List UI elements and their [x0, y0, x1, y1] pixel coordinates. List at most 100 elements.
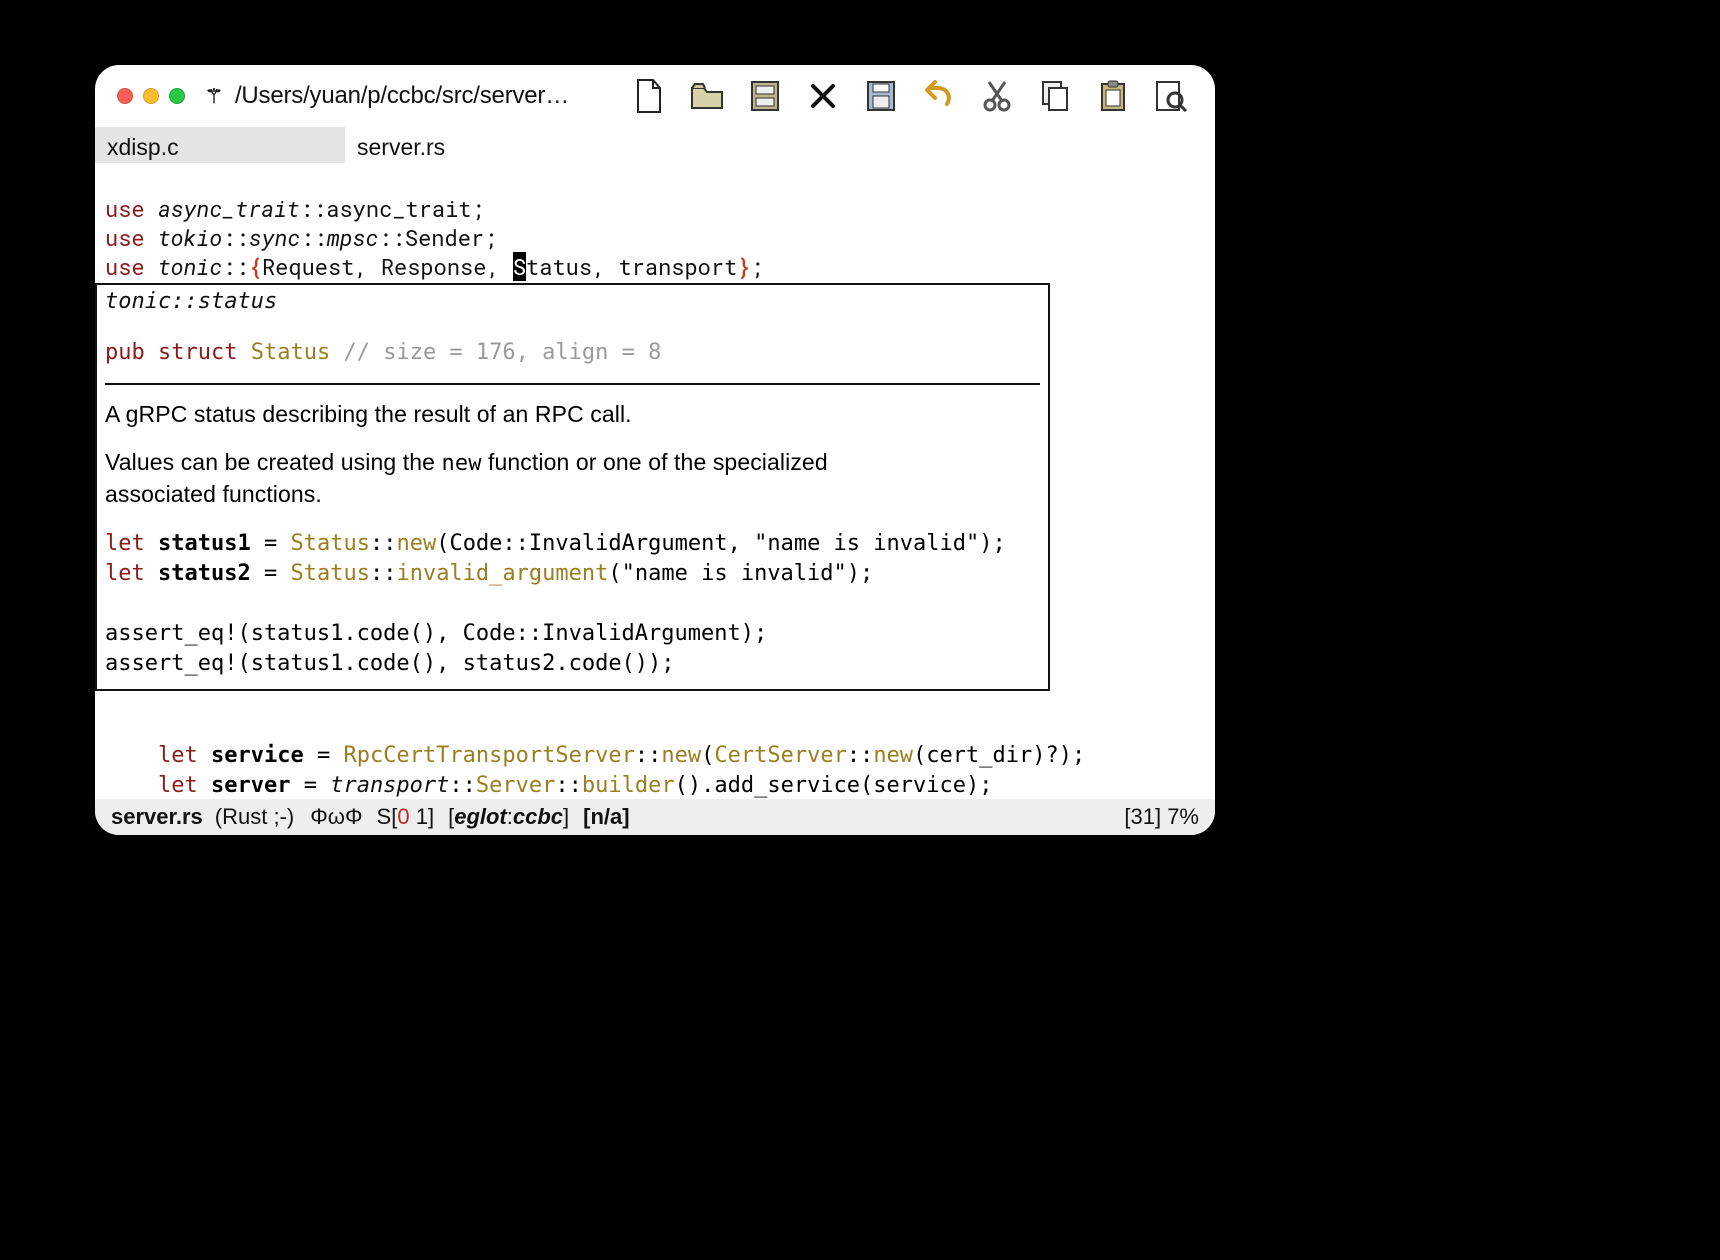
vc-indicator-icon: ⚚	[205, 84, 223, 109]
titlebar: ⚚ /Users/yuan/p/ccbc/src/server…	[95, 65, 1215, 127]
sep: ::	[555, 773, 582, 798]
args: ("name is invalid");	[608, 561, 873, 586]
new-file-button[interactable]	[631, 78, 667, 114]
tail: ().add_service(service);	[675, 773, 993, 798]
comma: ,	[592, 252, 618, 281]
popup-divider	[105, 383, 1040, 385]
fn: builder	[582, 773, 675, 798]
keyword: pub	[105, 340, 145, 365]
sep: ::	[847, 743, 874, 768]
ident: Request	[262, 252, 354, 281]
var: status1	[145, 531, 251, 556]
semi: ;	[751, 252, 764, 281]
sep: ::	[300, 223, 326, 252]
module: mpsc	[327, 223, 379, 252]
b: ]	[428, 804, 434, 829]
keyword: use	[105, 223, 145, 252]
tab-bar: xdisp.c server.rs	[95, 127, 1215, 163]
type: RpcCertTransportServer	[343, 743, 634, 768]
ident: Response	[381, 252, 487, 281]
undo-button[interactable]	[921, 78, 957, 114]
doc-text: Values can be created using the	[105, 449, 442, 475]
modeline-filename: server.rs	[111, 804, 203, 830]
warnings: 1	[416, 804, 428, 829]
module: tokio	[158, 223, 223, 252]
paren: (	[701, 743, 714, 768]
zoom-window-button[interactable]	[169, 88, 185, 104]
search-button[interactable]	[1153, 78, 1189, 114]
args: (Code::InvalidArgument, "name is invalid…	[436, 531, 1006, 556]
modeline-eglot[interactable]: [eglot:ccbc]	[448, 804, 569, 830]
tab-server-rs[interactable]: server.rs	[345, 127, 595, 163]
module: sync	[249, 223, 301, 252]
minimize-window-button[interactable]	[143, 88, 159, 104]
comma: ,	[354, 252, 380, 281]
keyword: let	[105, 531, 145, 556]
close-window-button[interactable]	[117, 88, 133, 104]
eglot-label: eglot	[454, 804, 507, 829]
comma: ,	[486, 252, 512, 281]
ident: transport	[618, 252, 737, 281]
fn: invalid_argument	[396, 561, 608, 586]
module: async_trait	[158, 194, 300, 223]
size-comment: // size = 176, align = 8	[343, 340, 661, 365]
hover-doc-popup: tonic::status pub struct Status // size …	[95, 283, 1050, 691]
type: Status	[290, 561, 369, 586]
sep: ::	[370, 531, 397, 556]
keyword: struct	[158, 340, 237, 365]
var: status2	[145, 561, 251, 586]
paste-button[interactable]	[1095, 78, 1131, 114]
code: ::Sender;	[379, 223, 498, 252]
eglot-project: ccbc	[513, 804, 563, 829]
fn: new	[661, 743, 701, 768]
open-folder-button[interactable]	[689, 78, 725, 114]
ident: tatus	[526, 252, 592, 281]
b: ]	[563, 804, 569, 829]
copy-button[interactable]	[1037, 78, 1073, 114]
popup-doc-line-3: associated functions.	[105, 479, 1040, 509]
type: CertServer	[714, 743, 846, 768]
window-title: /Users/yuan/p/ccbc/src/server…	[235, 82, 569, 110]
keyword: let	[158, 773, 198, 798]
sep: ::	[222, 223, 248, 252]
cut-button[interactable]	[979, 78, 1015, 114]
close-button[interactable]	[805, 78, 841, 114]
sep: ::	[222, 252, 248, 281]
modeline-syntax: S[0 1]	[377, 804, 435, 830]
var: server	[198, 773, 291, 798]
keyword: let	[105, 561, 145, 586]
popup-path: tonic::status	[105, 289, 1040, 314]
app-window: { "title": { "vc_glyph": "⚚", "path": "/…	[95, 65, 1215, 835]
keyword: let	[158, 743, 198, 768]
fn: new	[873, 743, 913, 768]
popup-signature: pub struct Status // size = 176, align =…	[105, 340, 1040, 365]
label: S	[377, 804, 392, 829]
eq: =	[251, 531, 291, 556]
modeline-phi: ΦωΦ	[310, 804, 362, 830]
tab-xdisp-c[interactable]: xdisp.c	[95, 127, 345, 163]
sep: ::	[449, 773, 476, 798]
save-drawer-button[interactable]	[747, 78, 783, 114]
popup-doc-line-1: A gRPC status describing the result of a…	[105, 399, 1040, 429]
var: service	[198, 743, 304, 768]
keyword: use	[105, 194, 145, 223]
brace: {	[249, 252, 262, 281]
code: ::async_trait;	[300, 194, 485, 223]
modeline-major-mode: (Rust ;-)	[215, 804, 294, 830]
module: tonic	[158, 252, 223, 281]
sep: ::	[635, 743, 662, 768]
assert: assert_eq!(status1.code(), status2.code(…	[105, 651, 675, 676]
type: Status	[290, 531, 369, 556]
module: transport	[330, 773, 449, 798]
text-cursor: S	[513, 252, 526, 281]
floppy-save-button[interactable]	[863, 78, 899, 114]
eq: =	[304, 743, 344, 768]
modeline-position: [31] 7%	[1124, 804, 1199, 830]
traffic-lights	[117, 88, 185, 104]
eq: =	[290, 773, 330, 798]
popup-path-text: tonic::status	[105, 289, 277, 314]
doc-code: new	[442, 451, 482, 476]
errors: 0	[397, 804, 409, 829]
sep: ::	[370, 561, 397, 586]
editor-area[interactable]: use async_trait::async_trait; use tokio:…	[95, 163, 1215, 281]
